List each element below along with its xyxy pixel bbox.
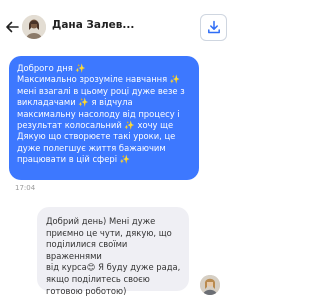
download-button[interactable] [200, 14, 227, 41]
message-line: Добрий день) Мені дуже [46, 216, 156, 226]
message-line: мені взагалі в цьому році дуже везе з [17, 85, 185, 96]
message-timestamp: 17:04 [15, 184, 36, 192]
chat-screen: Дана Залев... Доброго дня ✨ Максимально … [0, 0, 240, 300]
message-line: максимальну насолоду від процесу і [17, 108, 180, 119]
message-line: Доброго дня ✨ [17, 63, 86, 73]
incoming-message-bubble[interactable]: Добрий день) Мені дуже приємно це чути, … [37, 207, 189, 296]
message-line: поділилися своїми враженнями [46, 239, 128, 261]
back-arrow-icon[interactable] [5, 19, 19, 33]
message-line: готовою роботою) [46, 285, 127, 296]
contact-name[interactable]: Дана Залев... [52, 19, 134, 31]
message-line: якщо поділитесь своєю [46, 273, 150, 284]
download-icon [208, 20, 220, 34]
message-line: дуже полегшує життя бажаючим [17, 142, 166, 153]
message-line: викладачами ✨ я відчула [17, 97, 133, 108]
message-line: працювати в цій сфері ✨ [17, 154, 131, 165]
message-line: Дякую що створюєте такі уроки, це [17, 131, 176, 142]
sender-avatar[interactable] [200, 275, 220, 295]
message-line: Максимально зрозуміле навчання ✨ [17, 74, 181, 85]
outgoing-message-bubble[interactable]: Доброго дня ✨ Максимально зрозуміле навч… [9, 56, 199, 180]
message-line: результат колосальний ✨ хочу ще [17, 120, 174, 131]
chat-header: Дана Залев... [0, 0, 240, 41]
message-line: від курса😊 Я буду дуже рада, [46, 262, 181, 273]
contact-avatar[interactable] [22, 15, 46, 39]
message-line: приємно це чути, дякую, що [46, 227, 172, 238]
